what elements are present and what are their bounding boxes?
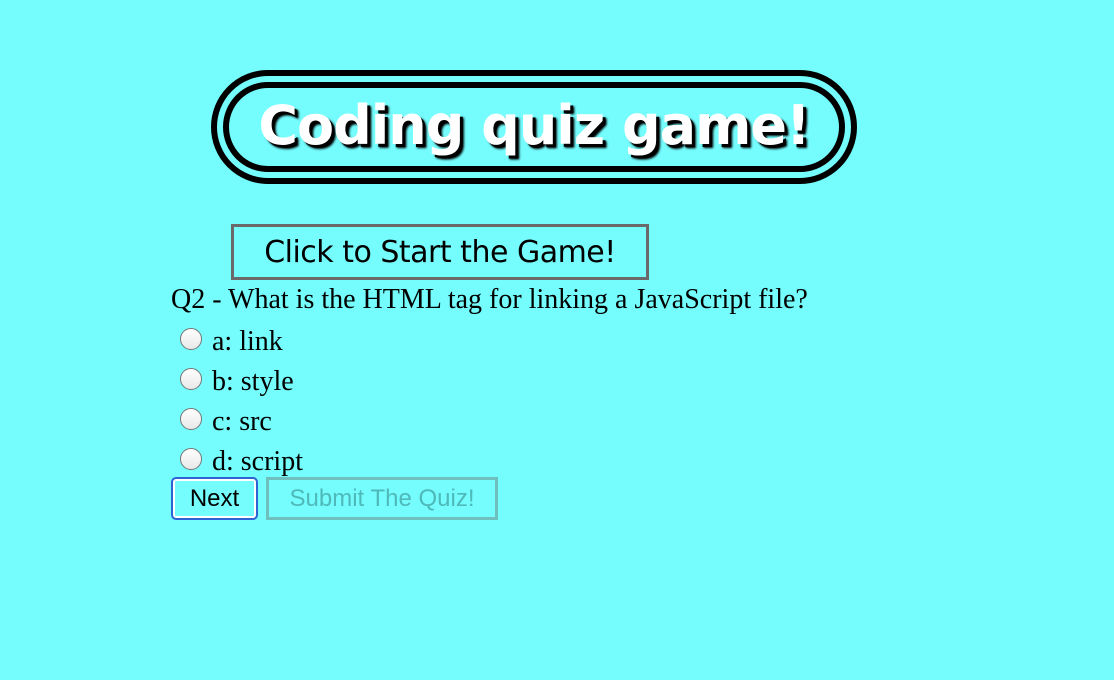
- quiz-page: Coding quiz game! Click to Start the Gam…: [0, 0, 1114, 680]
- page-title: Coding quiz game!: [258, 94, 810, 157]
- answer-choice-c[interactable]: c: src: [180, 402, 303, 442]
- answer-choices: a: link b: style c: src d: script: [180, 322, 303, 482]
- radio-button[interactable]: [180, 368, 202, 390]
- title-banner-inner: Coding quiz game!: [223, 82, 845, 172]
- answer-choice-a[interactable]: a: link: [180, 322, 303, 362]
- submit-quiz-button[interactable]: Submit The Quiz!: [266, 477, 498, 520]
- answer-choice-b[interactable]: b: style: [180, 362, 303, 402]
- answer-choice-label: b: style: [212, 366, 294, 397]
- quiz-controls: Next Submit The Quiz!: [171, 477, 498, 520]
- answer-choice-label: c: src: [212, 406, 272, 437]
- radio-button[interactable]: [180, 328, 202, 350]
- answer-choice-label: d: script: [212, 446, 303, 477]
- start-game-button[interactable]: Click to Start the Game!: [231, 224, 649, 280]
- radio-button[interactable]: [180, 448, 202, 470]
- radio-button[interactable]: [180, 408, 202, 430]
- answer-choice-d[interactable]: d: script: [180, 442, 303, 482]
- question-text: Q2 - What is the HTML tag for linking a …: [171, 284, 808, 315]
- next-button[interactable]: Next: [171, 477, 258, 520]
- title-banner: Coding quiz game!: [211, 70, 857, 184]
- answer-choice-label: a: link: [212, 326, 283, 357]
